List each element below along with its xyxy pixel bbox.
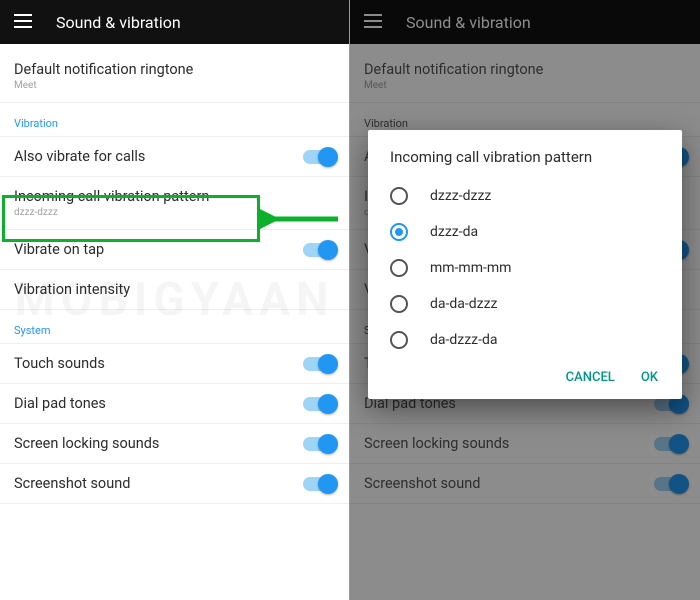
option-da-da-dzzz[interactable]: da-da-dzzz bbox=[390, 286, 660, 322]
switch-screenshot-sound[interactable] bbox=[303, 477, 335, 491]
appbar: Sound & vibration bbox=[0, 0, 349, 44]
switch-lock-sounds[interactable] bbox=[303, 437, 335, 451]
left-screenshot: Sound & vibration Default notification r… bbox=[0, 0, 350, 600]
option-dzzz-dzzz[interactable]: dzzz-dzzz bbox=[390, 178, 660, 214]
row-dial-pad[interactable]: Dial pad tones bbox=[0, 384, 349, 424]
section-system: System bbox=[0, 310, 349, 344]
option-label: mm-mm-mm bbox=[430, 260, 511, 276]
row-vibrate-calls[interactable]: Also vibrate for calls bbox=[0, 137, 349, 177]
row-vibration-intensity[interactable]: Vibration intensity bbox=[0, 270, 349, 310]
option-mm-mm-mm[interactable]: mm-mm-mm bbox=[390, 250, 660, 286]
appbar-title: Sound & vibration bbox=[56, 13, 181, 32]
option-label: dzzz-da bbox=[430, 224, 478, 240]
radio-icon bbox=[390, 223, 408, 241]
row-subtitle: Meet bbox=[14, 80, 335, 91]
dialog-vibration-pattern: Incoming call vibration pattern dzzz-dzz… bbox=[368, 130, 682, 399]
option-label: da-da-dzzz bbox=[430, 296, 498, 312]
row-label: Incoming call vibration pattern bbox=[14, 188, 335, 205]
settings-list: Default notification ringtone Meet Vibra… bbox=[0, 44, 349, 504]
row-label: Screenshot sound bbox=[14, 475, 303, 492]
row-label: Dial pad tones bbox=[14, 395, 303, 412]
menu-icon[interactable] bbox=[14, 13, 32, 32]
section-vibration: Vibration bbox=[0, 103, 349, 137]
row-label: Also vibrate for calls bbox=[14, 148, 303, 165]
row-label: Default notification ringtone bbox=[14, 61, 335, 78]
row-default-ringtone[interactable]: Default notification ringtone Meet bbox=[0, 50, 349, 103]
option-label: dzzz-dzzz bbox=[430, 188, 491, 204]
right-screenshot: Sound & vibration Default notification r… bbox=[350, 0, 700, 600]
row-lock-sounds[interactable]: Screen locking sounds bbox=[0, 424, 349, 464]
row-vibrate-tap[interactable]: Vibrate on tap bbox=[0, 230, 349, 270]
row-screenshot-sound[interactable]: Screenshot sound bbox=[0, 464, 349, 504]
row-subtitle: dzzz-dzzz bbox=[14, 207, 335, 218]
switch-dial-pad[interactable] bbox=[303, 397, 335, 411]
switch-vibrate-calls[interactable] bbox=[303, 150, 335, 164]
radio-icon bbox=[390, 331, 408, 349]
option-da-dzzz-da[interactable]: da-dzzz-da bbox=[390, 322, 660, 358]
dialog-title: Incoming call vibration pattern bbox=[390, 148, 660, 166]
radio-icon bbox=[390, 187, 408, 205]
row-label: Screen locking sounds bbox=[14, 435, 303, 452]
ok-button[interactable]: OK bbox=[641, 370, 658, 385]
switch-vibrate-tap[interactable] bbox=[303, 243, 335, 257]
row-label: Touch sounds bbox=[14, 355, 303, 372]
cancel-button[interactable]: CANCEL bbox=[566, 370, 615, 385]
row-label: Vibrate on tap bbox=[14, 241, 303, 258]
radio-icon bbox=[390, 259, 408, 277]
switch-touch-sounds[interactable] bbox=[303, 357, 335, 371]
radio-icon bbox=[390, 295, 408, 313]
row-incoming-pattern[interactable]: Incoming call vibration pattern dzzz-dzz… bbox=[0, 177, 349, 230]
row-touch-sounds[interactable]: Touch sounds bbox=[0, 344, 349, 384]
option-label: da-dzzz-da bbox=[430, 332, 498, 348]
option-dzzz-da[interactable]: dzzz-da bbox=[390, 214, 660, 250]
row-label: Vibration intensity bbox=[14, 281, 335, 298]
